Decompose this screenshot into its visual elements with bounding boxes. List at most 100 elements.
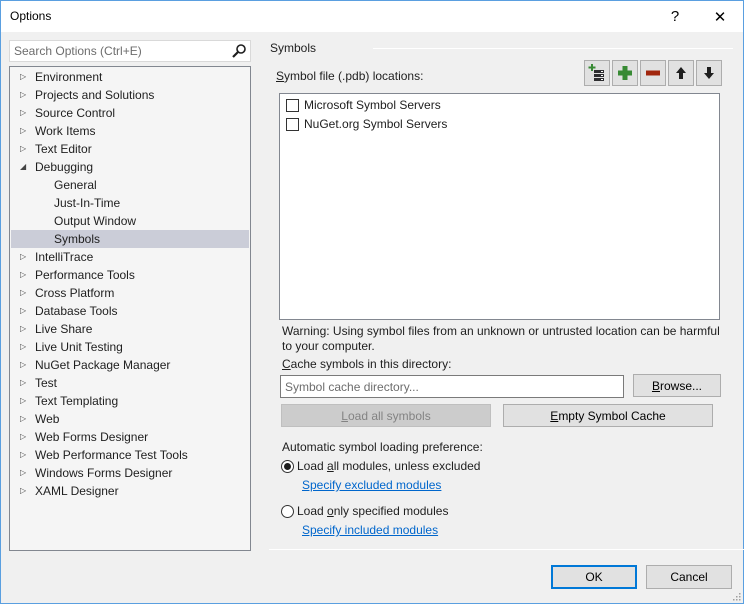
collapsed-arrow-icon[interactable]: ▷ [20, 392, 30, 410]
window-title: Options [10, 9, 52, 23]
collapsed-arrow-icon[interactable]: ▷ [20, 320, 30, 338]
collapsed-arrow-icon[interactable]: ▷ [20, 482, 30, 500]
tree-item[interactable]: Just-In-Time [11, 194, 249, 212]
tree-item-label: Live Share [35, 322, 93, 336]
cache-directory-field[interactable] [280, 375, 624, 398]
tree-item[interactable]: General [11, 176, 249, 194]
collapsed-arrow-icon[interactable]: ▷ [20, 248, 30, 266]
tree-item[interactable]: ▷ Work Items [11, 122, 249, 140]
tree-item-label: Symbols [54, 232, 101, 246]
list-item[interactable]: NuGet.org Symbol Servers [286, 115, 447, 133]
tree-item[interactable]: ▷ Windows Forms Designer [11, 464, 249, 482]
radio-button[interactable] [281, 459, 294, 473]
tree-item[interactable]: Output Window [11, 212, 249, 230]
warning-text: Warning: Using symbol files from an unkn… [282, 324, 720, 353]
collapsed-arrow-icon[interactable]: ▷ [20, 374, 30, 392]
load-all-label: Load all symbols [341, 408, 431, 423]
tree-item-label: Text Templating [35, 394, 119, 408]
tree-item[interactable]: ▷ Live Unit Testing [11, 338, 249, 356]
specify-excluded-modules-link[interactable]: Specify excluded modules [302, 478, 441, 492]
options-tree[interactable]: ▷ Environment ▷ Projects and Solutions ▷ Sour… [9, 66, 251, 551]
checkbox[interactable] [286, 117, 299, 131]
tree-item-label: NuGet Package Manager [35, 358, 171, 372]
tree-item[interactable]: ▷ Database Tools [11, 302, 249, 320]
tree-item-label: Live Unit Testing [35, 340, 123, 354]
tree-item[interactable]: ▷ NuGet Package Manager [11, 356, 249, 374]
tree-item-label: Output Window [54, 214, 137, 228]
help-icon: ? [670, 8, 680, 25]
search-options-box[interactable] [9, 40, 251, 62]
tree-item-label: Web Forms Designer [35, 430, 149, 444]
tree-item-label: Source Control [35, 106, 116, 120]
collapsed-arrow-icon[interactable]: ▷ [20, 428, 30, 446]
section-title: Symbols [270, 41, 317, 55]
close-button[interactable]: ✕ [697, 1, 743, 32]
tree-item[interactable]: ▷ Web [11, 410, 249, 428]
move-up-button[interactable] [668, 60, 694, 86]
collapsed-arrow-icon[interactable]: ▷ [20, 464, 30, 482]
browse-button[interactable]: Browse... [633, 374, 721, 397]
tree-item[interactable]: ▷ Text Templating [11, 392, 249, 410]
checkbox[interactable] [286, 98, 299, 112]
tree-item[interactable]: ▷ Source Control [11, 104, 249, 122]
ok-button[interactable]: OK [551, 565, 637, 589]
tree-item-label: Projects and Solutions [35, 88, 155, 102]
tree-item-label: XAML Designer [35, 484, 119, 498]
cache-directory-label: Cache symbols in this directory: [282, 357, 452, 371]
radio-label: Load only specified modules [297, 504, 449, 518]
collapsed-arrow-icon[interactable]: ▷ [20, 266, 30, 284]
tree-item-label: Text Editor [35, 142, 92, 156]
radio-label: Load all modules, unless excluded [297, 459, 481, 473]
load-all-modules-radio[interactable]: Load all modules, unless excluded [281, 459, 480, 473]
tree-item[interactable]: ▷ Test [11, 374, 249, 392]
add-location-button[interactable] [612, 60, 638, 86]
resize-grip-icon[interactable] [731, 591, 741, 601]
add-server-icon [588, 64, 604, 81]
collapsed-arrow-icon[interactable]: ▷ [20, 284, 30, 302]
load-all-symbols-button[interactable]: Load all symbols [281, 404, 491, 427]
search-input[interactable] [14, 43, 224, 59]
help-button[interactable]: ? [652, 1, 698, 32]
tree-item[interactable]: ▷ Web Forms Designer [11, 428, 249, 446]
collapsed-arrow-icon[interactable]: ▷ [20, 410, 30, 428]
collapsed-arrow-icon[interactable]: ▷ [20, 140, 30, 158]
tree-item-label: Performance Tools [35, 268, 135, 282]
tree-item[interactable]: ▷ Web Performance Test Tools [11, 446, 249, 464]
tree-item[interactable]: ▷ Text Editor [11, 140, 249, 158]
collapsed-arrow-icon[interactable]: ▷ [20, 68, 30, 86]
load-only-specified-radio[interactable]: Load only specified modules [281, 504, 448, 518]
remove-location-button[interactable] [640, 60, 666, 86]
collapsed-arrow-icon[interactable]: ▷ [20, 446, 30, 464]
collapsed-arrow-icon[interactable]: ▷ [20, 86, 30, 104]
tree-item-label: IntelliTrace [35, 250, 94, 264]
collapsed-arrow-icon[interactable]: ▷ [20, 104, 30, 122]
collapsed-arrow-icon[interactable]: ▷ [20, 302, 30, 320]
tree-item[interactable]: ▷ Performance Tools [11, 266, 249, 284]
tree-item[interactable]: ▷ IntelliTrace [11, 248, 249, 266]
symbol-locations-list[interactable]: Microsoft Symbol Servers NuGet.org Symbo… [279, 93, 720, 320]
location-label: Microsoft Symbol Servers [304, 98, 441, 112]
move-down-button[interactable] [696, 60, 722, 86]
tree-item[interactable]: ▷ XAML Designer [11, 482, 249, 500]
cache-directory-input[interactable] [285, 379, 615, 395]
search-icon[interactable] [231, 43, 247, 59]
arrow-up-icon [676, 67, 686, 79]
add-symbol-server-button[interactable] [584, 60, 610, 86]
tree-item[interactable]: ▷ Projects and Solutions [11, 86, 249, 104]
empty-symbol-cache-button[interactable]: Empty Symbol Cache [503, 404, 713, 427]
tree-item-label: Cross Platform [35, 286, 115, 300]
tree-item[interactable]: ◢ Debugging [11, 158, 249, 176]
tree-item[interactable]: ▷ Environment [11, 68, 249, 86]
specify-included-modules-link[interactable]: Specify included modules [302, 523, 438, 537]
tree-item[interactable]: ▷ Cross Platform [11, 284, 249, 302]
cancel-button[interactable]: Cancel [646, 565, 732, 589]
collapsed-arrow-icon[interactable]: ▷ [20, 338, 30, 356]
expanded-arrow-icon[interactable]: ◢ [20, 158, 30, 176]
collapsed-arrow-icon[interactable]: ▷ [20, 122, 30, 140]
tree-item[interactable]: Symbols [11, 230, 249, 248]
radio-button[interactable] [281, 504, 294, 518]
tree-item[interactable]: ▷ Live Share [11, 320, 249, 338]
list-item[interactable]: Microsoft Symbol Servers [286, 96, 441, 114]
tree-item-label: Work Items [35, 124, 96, 138]
collapsed-arrow-icon[interactable]: ▷ [20, 356, 30, 374]
